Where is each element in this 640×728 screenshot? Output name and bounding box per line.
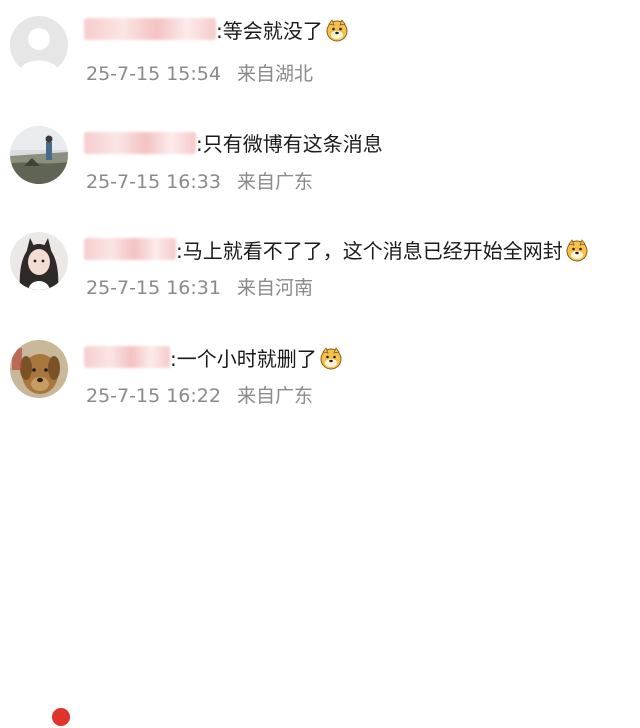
comment-location: 来自湖北 bbox=[237, 63, 314, 85]
doge-emoji-icon bbox=[326, 19, 348, 42]
username-blurred[interactable] bbox=[84, 346, 170, 368]
comment-location: 来自广东 bbox=[237, 385, 314, 407]
comment-text: :等会就没了 bbox=[216, 18, 349, 43]
girl-avatar-icon bbox=[10, 232, 68, 290]
username-blurred[interactable] bbox=[84, 238, 176, 260]
comment-date: 25-7-15 bbox=[86, 171, 161, 193]
comment-location: 来自广东 bbox=[237, 171, 314, 193]
comment-item: :马上就看不了了，这个消息已经开始全网封 25-7-15 16:31 来自河南 bbox=[0, 216, 640, 324]
username-blurred[interactable] bbox=[84, 18, 216, 40]
comment-time: 16:31 bbox=[166, 277, 221, 299]
dog-avatar-icon bbox=[10, 340, 68, 398]
comment-meta: 25-7-15 15:54 来自湖北 bbox=[86, 62, 313, 86]
comment-item: :只有微博有这条消息 25-7-15 16:33 来自广东 bbox=[0, 108, 640, 216]
avatar[interactable] bbox=[10, 16, 68, 74]
default-avatar-icon bbox=[10, 16, 68, 74]
avatar[interactable] bbox=[10, 340, 68, 398]
doge-emoji-icon bbox=[320, 347, 342, 370]
comment-text: :马上就看不了了，这个消息已经开始全网封 bbox=[176, 238, 589, 263]
comment-meta: 25-7-15 16:31 来自河南 bbox=[86, 276, 313, 300]
comment-date: 25-7-15 bbox=[86, 385, 161, 407]
doge-emoji-icon bbox=[566, 239, 588, 262]
landscape-avatar-icon bbox=[10, 126, 68, 184]
comment-item: :等会就没了 25-7-15 15:54 来自湖北 bbox=[0, 0, 640, 108]
comment-text: :一个小时就删了 bbox=[170, 346, 343, 371]
comment-meta: 25-7-15 16:22 来自广东 bbox=[86, 384, 313, 408]
username-blurred[interactable] bbox=[84, 132, 196, 154]
comment-meta: 25-7-15 16:33 来自广东 bbox=[86, 170, 313, 194]
verified-badge-icon bbox=[50, 706, 72, 728]
comment-date: 25-7-15 bbox=[86, 63, 161, 85]
comment-time: 16:22 bbox=[166, 385, 221, 407]
comment-text: :只有微博有这条消息 bbox=[196, 132, 383, 156]
avatar[interactable] bbox=[10, 232, 68, 290]
comment-location: 来自河南 bbox=[237, 277, 314, 299]
comment-item: :一个小时就删了 25-7-15 16:22 来自广东 bbox=[0, 324, 640, 728]
comment-time: 15:54 bbox=[166, 63, 221, 85]
comment-time: 16:33 bbox=[166, 171, 221, 193]
comment-date: 25-7-15 bbox=[86, 277, 161, 299]
avatar[interactable] bbox=[10, 126, 68, 184]
